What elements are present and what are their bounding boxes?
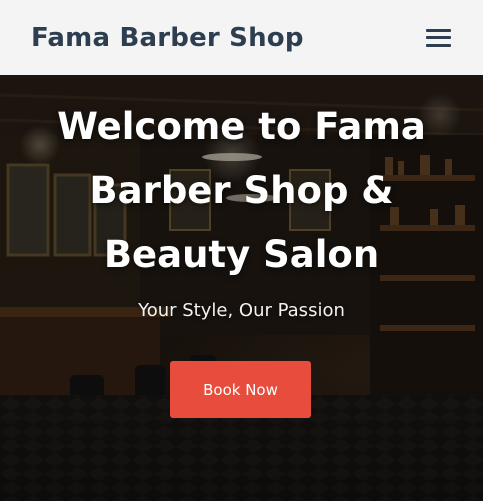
page: Fama Barber Shop Welcome to Fama Barber … [0, 0, 483, 501]
hero-title-line-3: Beauty Salon [103, 233, 380, 276]
hero-title-line-2: Barber Shop & [89, 169, 394, 212]
hamburger-menu-icon[interactable] [426, 27, 452, 49]
menu-bar-top [426, 28, 451, 32]
site-header: Fama Barber Shop [0, 0, 483, 75]
hero-subtitle: Your Style, Our Passion [138, 300, 345, 321]
menu-bar-bottom [426, 43, 451, 47]
hero-title: Welcome to Fama Barber Shop & Beauty Sal… [20, 95, 463, 287]
brand-logo-text[interactable]: Fama Barber Shop [31, 23, 304, 53]
hero-section: Welcome to Fama Barber Shop & Beauty Sal… [0, 75, 483, 501]
menu-bar-middle [426, 36, 451, 39]
book-now-button[interactable]: Book Now [170, 361, 311, 418]
hero-title-line-1: Welcome to Fama [57, 105, 426, 148]
